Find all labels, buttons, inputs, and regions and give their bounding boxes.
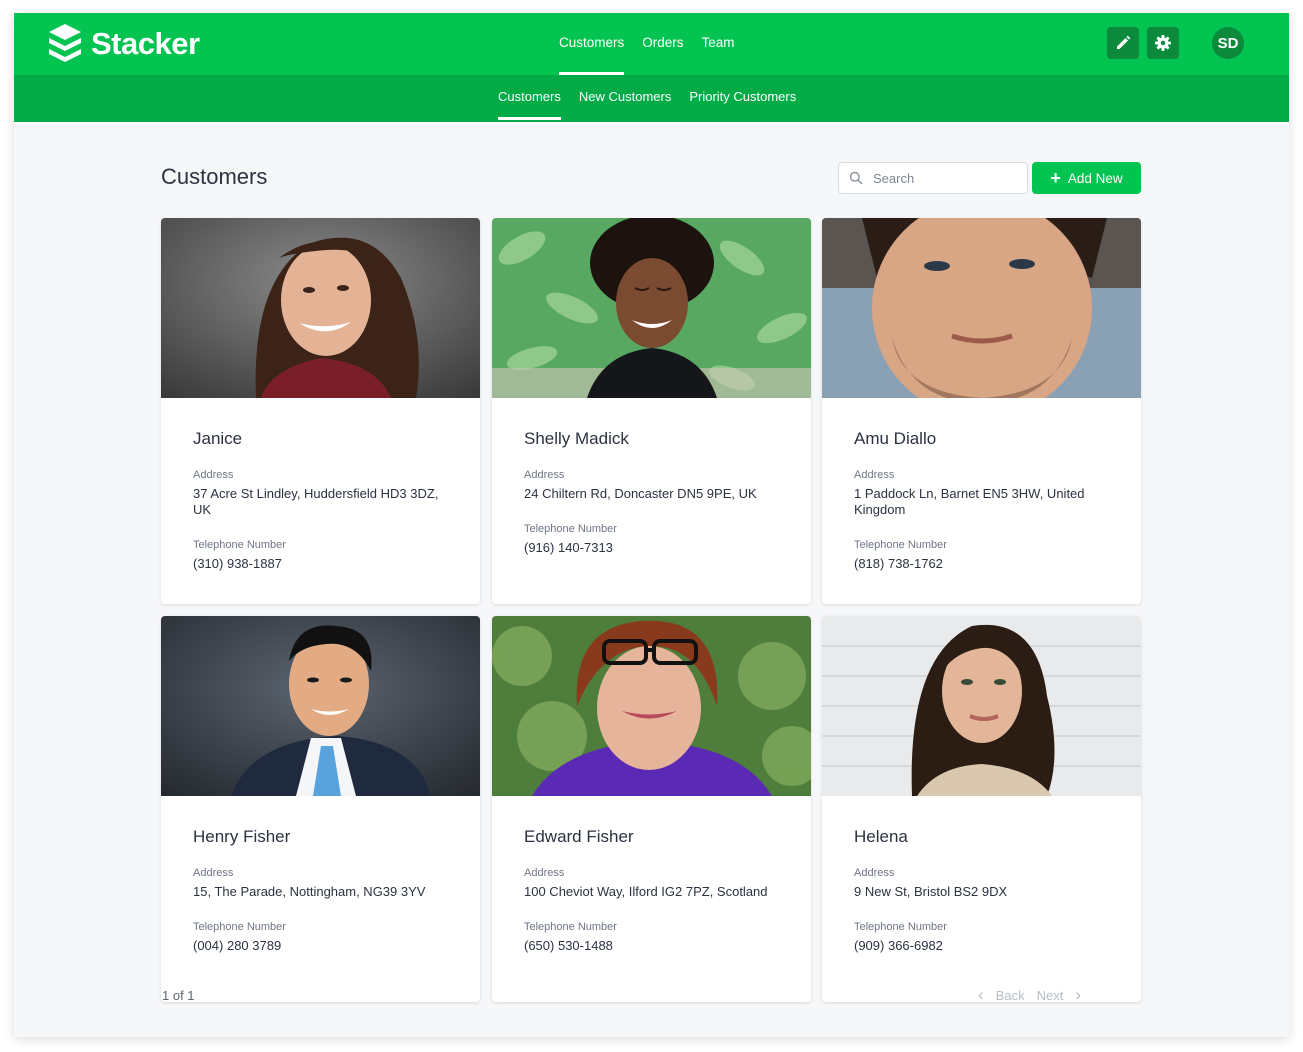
app-name: Stacker	[91, 26, 200, 61]
customer-name: Janice	[193, 429, 243, 448]
customer-name: Helena	[854, 827, 908, 846]
app-logo[interactable]: Stacker	[47, 22, 200, 66]
address-value: 100 Cheviot Way, Ilford IG2 7PZ, Scotlan…	[524, 884, 768, 899]
customer-photo	[161, 218, 480, 398]
phone-label: Telephone Number	[524, 921, 617, 933]
customer-card[interactable]: Amu Diallo Address 1 Paddock Ln, Barnet …	[822, 218, 1141, 604]
address-value: 24 Chiltern Rd, Doncaster DN5 9PE, UK	[524, 486, 757, 501]
pencil-icon	[1117, 35, 1131, 49]
phone-value: (818) 738-1762	[854, 556, 943, 571]
plus-icon: +	[1050, 168, 1061, 188]
phone-label: Telephone Number	[524, 523, 617, 535]
customer-photo	[161, 616, 480, 796]
customer-card[interactable]: Edward Fisher Address 100 Cheviot Way, I…	[492, 616, 811, 1002]
sub-nav: Customers New Customers Priority Custome…	[494, 75, 810, 122]
phone-value: (650) 530-1488	[524, 938, 613, 953]
nav-customers[interactable]: Customers	[551, 13, 632, 75]
phone-value: (916) 140-7313	[524, 540, 613, 555]
customer-card[interactable]: Janice Address 37 Acre St Lindley, Hudde…	[161, 218, 480, 604]
top-bar: Stacker Customers Orders Team SD	[14, 13, 1289, 75]
settings-button[interactable]	[1147, 27, 1179, 59]
chevron-right-icon[interactable]: ›	[1075, 985, 1081, 1005]
nav-orders[interactable]: Orders	[634, 13, 691, 75]
customer-card[interactable]: Helena Address 9 New St, Bristol BS2 9DX…	[822, 616, 1141, 1002]
customer-photo	[492, 616, 811, 796]
chevron-left-icon[interactable]: ‹	[978, 985, 984, 1005]
address-label: Address	[854, 867, 895, 879]
phone-value: (909) 366-6982	[854, 938, 943, 953]
phone-label: Telephone Number	[193, 539, 286, 551]
nav-team[interactable]: Team	[694, 13, 743, 75]
app-window: Stacker Customers Orders Team SD Custome…	[14, 13, 1289, 1037]
address-label: Address	[193, 867, 234, 879]
search-input[interactable]	[873, 170, 1023, 186]
phone-label: Telephone Number	[854, 921, 947, 933]
address-value: 9 New St, Bristol BS2 9DX	[854, 884, 1008, 899]
main-nav: Customers Orders Team	[551, 13, 745, 75]
sub-nav-bar: Customers New Customers Priority Custome…	[14, 75, 1289, 122]
address-value: 15, The Parade, Nottingham, NG39 3YV	[193, 884, 426, 899]
subnav-priority-customers[interactable]: Priority Customers	[685, 75, 800, 122]
customer-photo	[492, 218, 811, 398]
customer-name: Edward Fisher	[524, 827, 634, 846]
address-label: Address	[524, 469, 565, 481]
phone-label: Telephone Number	[193, 921, 286, 933]
page-title: Customers	[161, 164, 268, 189]
customer-card[interactable]: Shelly Madick Address 24 Chiltern Rd, Do…	[492, 218, 811, 604]
add-new-button[interactable]: + Add New	[1032, 162, 1141, 194]
search-icon	[849, 171, 863, 185]
phone-value: (004) 280 3789	[193, 938, 282, 953]
address-label: Address	[193, 469, 234, 481]
address-value: 1 Paddock Ln, Barnet EN5 3HW, United Kin…	[854, 486, 1085, 517]
customer-name: Shelly Madick	[524, 429, 629, 448]
back-button[interactable]: Back	[996, 988, 1025, 1003]
phone-label: Telephone Number	[854, 539, 947, 551]
address-label: Address	[854, 469, 895, 481]
add-new-label: Add New	[1067, 170, 1123, 186]
user-avatar[interactable]: SD	[1212, 27, 1244, 59]
phone-value: (310) 938-1887	[193, 556, 282, 571]
pagination: ‹ Back Next ›	[978, 985, 1081, 1005]
address-label: Address	[524, 867, 565, 879]
search-box[interactable]	[838, 162, 1028, 194]
customer-photo	[822, 218, 1141, 398]
customer-photo	[822, 616, 1141, 796]
address-value: 37 Acre St Lindley, Huddersfield HD3 3DZ…	[193, 486, 439, 517]
page-count: 1 of 1	[162, 988, 195, 1003]
customer-name: Henry Fisher	[193, 827, 291, 846]
stacker-logo-icon	[49, 24, 81, 62]
customer-card[interactable]: Henry Fisher Address 15, The Parade, Not…	[161, 616, 480, 1002]
edit-button[interactable]	[1107, 27, 1139, 59]
subnav-new-customers[interactable]: New Customers	[575, 75, 675, 122]
customer-name: Amu Diallo	[854, 429, 937, 448]
next-button[interactable]: Next	[1037, 988, 1064, 1003]
subnav-customers[interactable]: Customers	[494, 75, 565, 122]
gear-icon	[1155, 35, 1171, 51]
